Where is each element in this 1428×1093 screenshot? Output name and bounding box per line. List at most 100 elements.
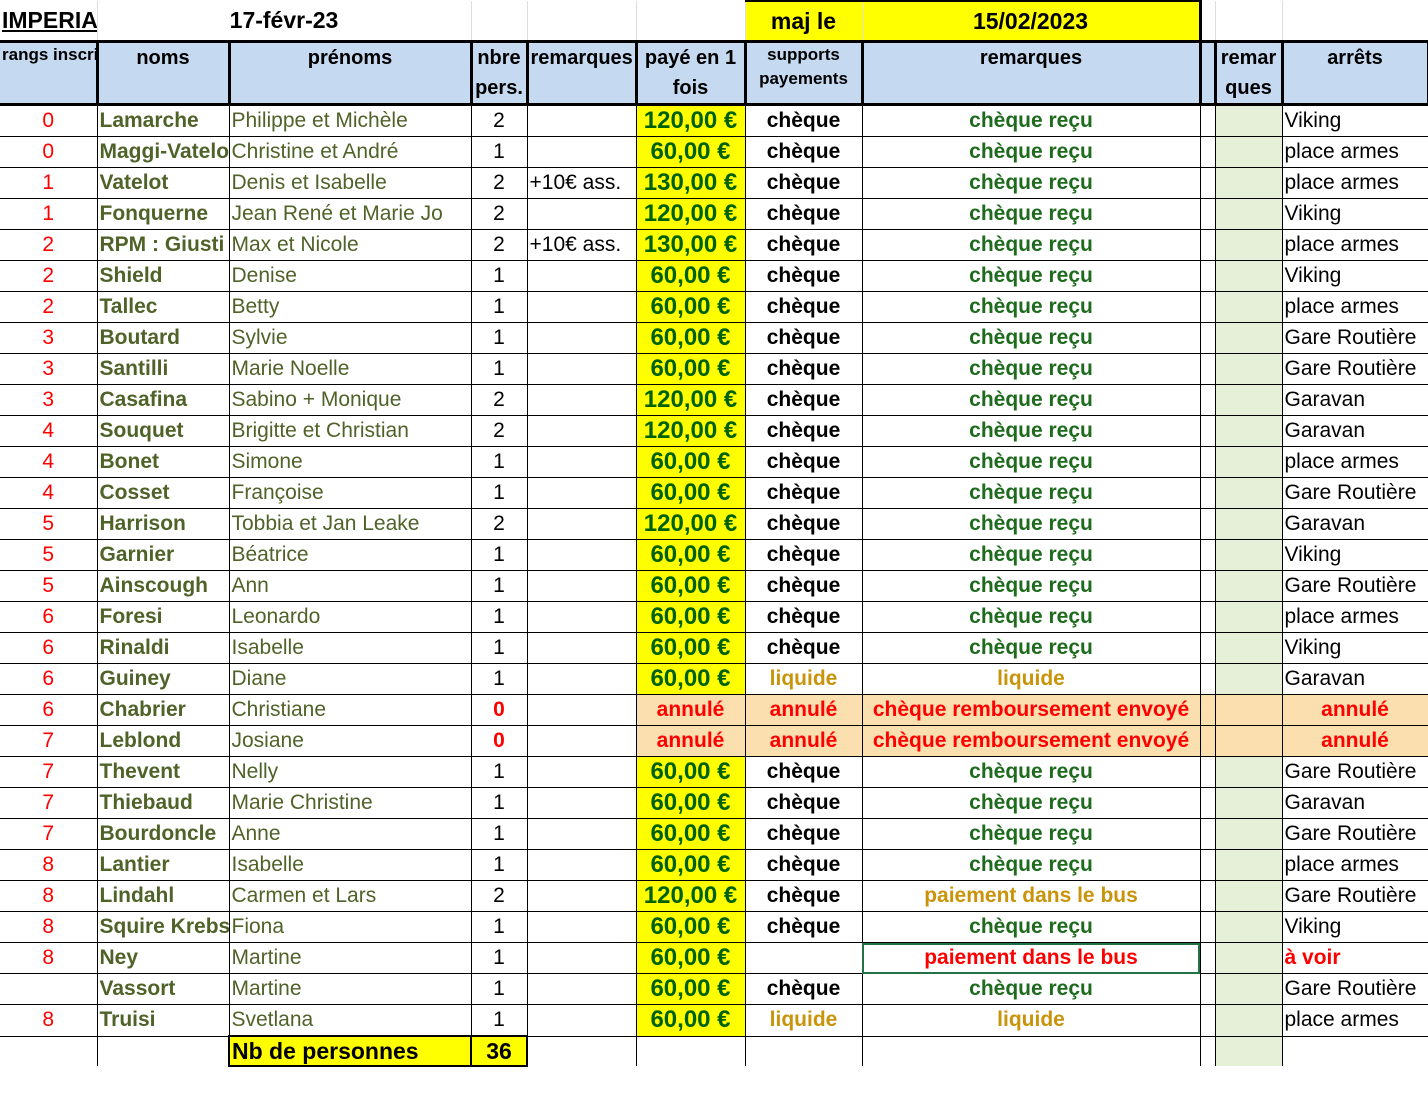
remarque-extra-cell[interactable]	[1215, 167, 1283, 199]
nbre-cell[interactable]: 2	[471, 167, 528, 199]
remarque-paiement-cell[interactable]: chèque reçu	[862, 508, 1201, 540]
empty-cell[interactable]	[636, 1036, 746, 1066]
paye-cell[interactable]: 60,00 €	[636, 136, 746, 168]
paye-cell[interactable]: 60,00 €	[636, 446, 746, 478]
spacer-cell[interactable]	[1200, 415, 1216, 447]
support-cell[interactable]: chèque	[745, 911, 863, 943]
remarque-extra-cell[interactable]	[1215, 725, 1283, 757]
empty-cell[interactable]	[862, 1036, 1201, 1066]
nom-cell[interactable]: Santilli	[97, 353, 230, 385]
spacer-cell[interactable]	[1200, 136, 1216, 168]
nbre-cell[interactable]: 2	[471, 415, 528, 447]
nbre-cell[interactable]: 1	[471, 291, 528, 323]
arret-cell[interactable]: Gare Routière	[1282, 570, 1428, 602]
remarque-paiement-cell[interactable]: chèque reçu	[862, 229, 1201, 261]
prenom-cell[interactable]: Philippe et Michèle	[229, 104, 472, 137]
spacer-cell[interactable]	[1200, 756, 1216, 788]
spacer-cell[interactable]	[1200, 477, 1216, 509]
prenom-cell[interactable]: Simone	[229, 446, 472, 478]
nbre-cell[interactable]: 0	[471, 694, 528, 726]
prenom-cell[interactable]: Max et Nicole	[229, 229, 472, 261]
rang-cell[interactable]: 8	[0, 849, 98, 881]
arret-cell[interactable]: place armes	[1282, 167, 1428, 199]
remarque-paiement-cell[interactable]: paiement dans le bus	[862, 942, 1201, 974]
arret-cell[interactable]: à voir	[1282, 942, 1428, 974]
nbre-cell[interactable]: 1	[471, 570, 528, 602]
remarque-cell[interactable]	[527, 942, 637, 974]
rang-cell[interactable]: 2	[0, 291, 98, 323]
remarque-paiement-cell[interactable]: liquide	[862, 1004, 1201, 1037]
remarque-paiement-cell[interactable]: chèque reçu	[862, 322, 1201, 354]
arret-cell[interactable]: place armes	[1282, 446, 1428, 478]
prenom-cell[interactable]: Leonardo	[229, 601, 472, 633]
empty-cell[interactable]	[1200, 1036, 1216, 1066]
remarque-extra-cell[interactable]	[1215, 601, 1283, 633]
empty-cell[interactable]	[1215, 1036, 1283, 1066]
paye-cell[interactable]: 120,00 €	[636, 198, 746, 230]
remarque-paiement-cell[interactable]: chèque reçu	[862, 818, 1201, 850]
nom-cell[interactable]: Thevent	[97, 756, 230, 788]
nbre-cell[interactable]: 2	[471, 229, 528, 261]
remarque-cell[interactable]	[527, 601, 637, 633]
remarque-extra-cell[interactable]	[1215, 477, 1283, 509]
rang-cell[interactable]: 2	[0, 229, 98, 261]
nbre-cell[interactable]: 1	[471, 663, 528, 695]
arret-cell[interactable]: Viking	[1282, 198, 1428, 230]
arret-cell[interactable]: place armes	[1282, 849, 1428, 881]
remarque-cell[interactable]	[527, 384, 637, 416]
prenom-cell[interactable]: Diane	[229, 663, 472, 695]
arret-cell[interactable]: annulé	[1282, 694, 1428, 726]
arret-cell[interactable]: place armes	[1282, 229, 1428, 261]
nom-cell[interactable]: Foresi	[97, 601, 230, 633]
paye-cell[interactable]: annulé	[636, 694, 746, 726]
nbre-cell[interactable]: 1	[471, 787, 528, 819]
arret-cell[interactable]: Gare Routière	[1282, 353, 1428, 385]
remarque-paiement-cell[interactable]: chèque reçu	[862, 353, 1201, 385]
nbre-cell[interactable]: 1	[471, 632, 528, 664]
support-cell[interactable]: chèque	[745, 104, 863, 137]
remarque-paiement-cell[interactable]: chèque reçu	[862, 601, 1201, 633]
arret-cell[interactable]: Garavan	[1282, 415, 1428, 447]
rang-cell[interactable]: 5	[0, 539, 98, 571]
total-value[interactable]: 36	[470, 1035, 528, 1067]
nom-cell[interactable]: Chabrier	[97, 694, 230, 726]
maj-label[interactable]: maj le	[745, 0, 863, 43]
nom-cell[interactable]: Casafina	[97, 384, 230, 416]
remarque-extra-cell[interactable]	[1215, 787, 1283, 819]
remarque-extra-cell[interactable]	[1215, 849, 1283, 881]
nbre-cell[interactable]: 1	[471, 322, 528, 354]
spreadsheet[interactable]: IMPERIA 17-févr-23 maj le 15/02/2023 ran…	[0, 0, 1428, 1067]
rang-cell[interactable]	[0, 973, 98, 1005]
arret-cell[interactable]: Gare Routière	[1282, 880, 1428, 912]
spacer-cell[interactable]	[1200, 663, 1216, 695]
paye-cell[interactable]: 60,00 €	[636, 477, 746, 509]
support-cell[interactable]: chèque	[745, 291, 863, 323]
remarque-extra-cell[interactable]	[1215, 818, 1283, 850]
nbre-cell[interactable]: 1	[471, 942, 528, 974]
arret-cell[interactable]: Gare Routière	[1282, 756, 1428, 788]
support-cell[interactable]: chèque	[745, 229, 863, 261]
remarque-paiement-cell[interactable]: chèque reçu	[862, 632, 1201, 664]
paye-cell[interactable]: 120,00 €	[636, 880, 746, 912]
remarque-extra-cell[interactable]	[1215, 446, 1283, 478]
remarque-cell[interactable]	[527, 136, 637, 168]
support-cell[interactable]	[745, 942, 863, 974]
spacer-cell[interactable]	[1200, 973, 1216, 1005]
arret-cell[interactable]: place armes	[1282, 136, 1428, 168]
spacer-cell[interactable]	[1200, 384, 1216, 416]
nom-cell[interactable]: Tallec	[97, 291, 230, 323]
rang-cell[interactable]: 2	[0, 260, 98, 292]
remarque-extra-cell[interactable]	[1215, 353, 1283, 385]
arret-cell[interactable]: Viking	[1282, 104, 1428, 137]
header-remarques-3[interactable]: remar ques	[1215, 41, 1284, 106]
prenom-cell[interactable]: Betty	[229, 291, 472, 323]
remarque-cell[interactable]	[527, 1004, 637, 1037]
arret-cell[interactable]: Viking	[1282, 632, 1428, 664]
remarque-paiement-cell[interactable]: chèque reçu	[862, 198, 1201, 230]
paye-cell[interactable]: 60,00 €	[636, 570, 746, 602]
support-cell[interactable]: chèque	[745, 539, 863, 571]
spacer-cell[interactable]	[1200, 849, 1216, 881]
paye-cell[interactable]: 120,00 €	[636, 415, 746, 447]
support-cell[interactable]: chèque	[745, 136, 863, 168]
support-cell[interactable]: chèque	[745, 787, 863, 819]
